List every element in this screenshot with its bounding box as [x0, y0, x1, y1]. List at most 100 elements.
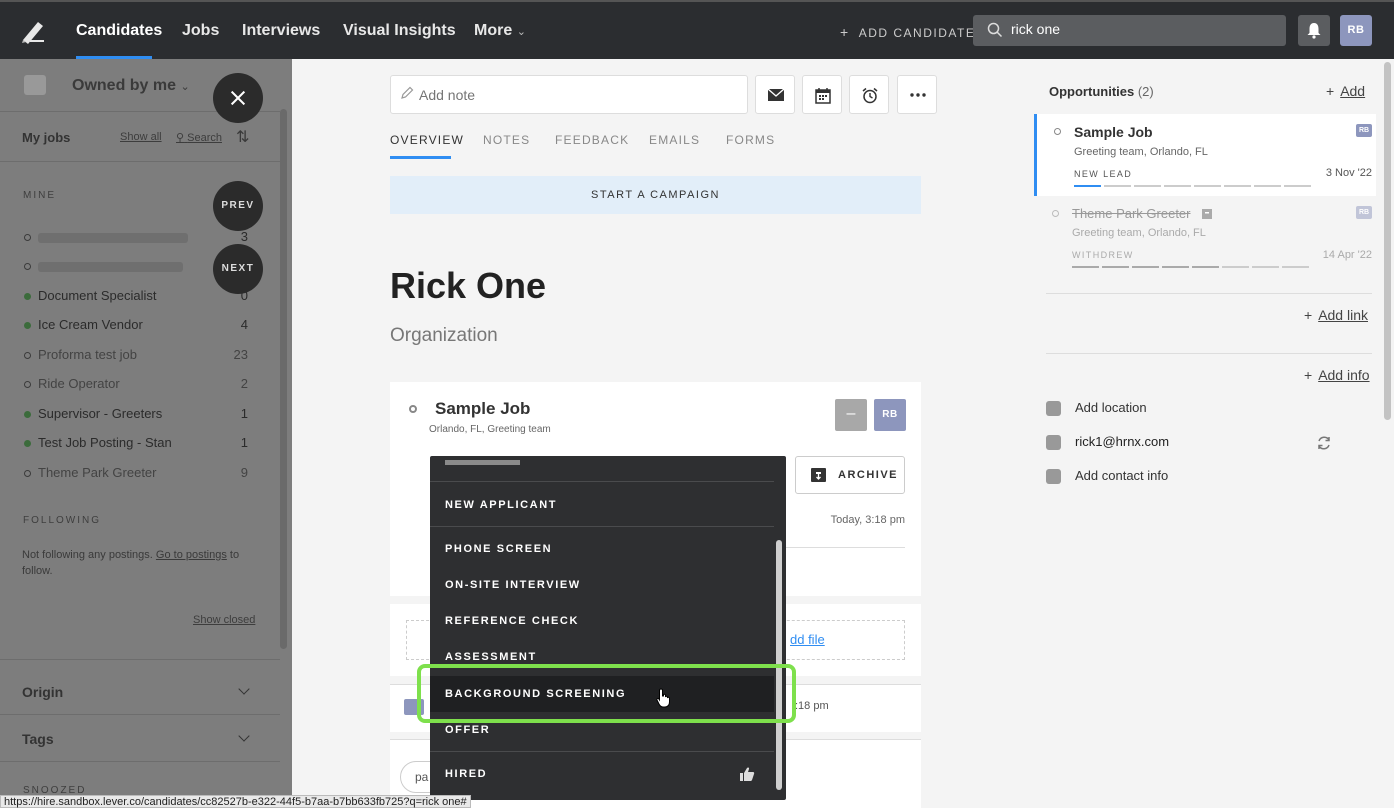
opportunity-item-archived[interactable]: Theme Park Greeter Greeting team, Orland… — [1034, 200, 1376, 278]
user-avatar[interactable]: RB — [1340, 15, 1372, 46]
go-to-postings-link[interactable]: Go to postings — [156, 549, 227, 561]
progress-segment — [1104, 185, 1131, 187]
bell-icon — [1307, 23, 1321, 39]
job-row[interactable]: Theme Park Greeter 9 — [24, 465, 248, 485]
add-info-button[interactable]: + Add info — [1304, 367, 1370, 383]
search-box[interactable] — [973, 15, 1286, 46]
email-button[interactable] — [755, 75, 795, 114]
top-nav: Candidates Jobs Interviews Visual Insigh… — [0, 0, 1394, 59]
job-row[interactable]: 3 — [24, 229, 248, 249]
add-info-label: Add info — [1318, 367, 1370, 383]
owned-by-me-dropdown[interactable]: Owned by me ⌄ — [72, 77, 190, 95]
minus-button[interactable]: – — [835, 399, 867, 431]
nav-jobs[interactable]: Jobs — [182, 22, 219, 40]
job-location: Orlando, FL, Greeting team — [429, 424, 551, 435]
clipped-item — [445, 460, 520, 465]
add-link-button[interactable]: + Add link — [1304, 307, 1368, 323]
divider — [430, 526, 774, 527]
next-button[interactable]: NEXT — [213, 244, 263, 294]
plus-icon: + — [1326, 83, 1335, 99]
job-count: 1 — [240, 406, 248, 421]
job-name: Theme Park Greeter — [38, 465, 157, 480]
sidebar-scrollbar[interactable] — [280, 109, 287, 649]
start-campaign-button[interactable]: START A CAMPAIGN — [390, 176, 921, 214]
stage-option[interactable]: HIRED — [430, 756, 774, 792]
opportunity-title[interactable]: Theme Park Greeter — [1072, 206, 1191, 221]
stage-option[interactable]: NEW APPLICANT — [430, 487, 774, 523]
notifications-button[interactable] — [1298, 15, 1330, 46]
progress-segment — [1254, 185, 1281, 187]
stage-dropdown[interactable]: NEW APPLICANT PHONE SCREEN ON-SITE INTER… — [430, 456, 786, 800]
add-opportunity-link[interactable]: + Add — [1326, 83, 1365, 99]
stage-option[interactable]: ON-SITE INTERVIEW — [430, 567, 774, 603]
progress-segment — [1252, 266, 1279, 268]
progress-segment — [1164, 185, 1191, 187]
more-actions-button[interactable] — [897, 75, 937, 114]
tab-feedback[interactable]: FEEDBACK — [555, 133, 629, 147]
chevron-down-icon: ⌄ — [180, 81, 190, 93]
stage-option[interactable]: PHONE SCREEN — [430, 531, 774, 567]
owner-avatar[interactable]: RB — [874, 399, 906, 431]
tab-emails[interactable]: EMAILS — [649, 133, 700, 147]
opportunity-item-active[interactable]: Sample Job Greeting team, Orlando, FL NE… — [1034, 114, 1376, 196]
job-status-dot — [24, 293, 31, 300]
divider — [0, 714, 280, 715]
page-scrollbar[interactable] — [1384, 62, 1391, 420]
chevron-down-icon[interactable] — [238, 683, 250, 695]
add-location-row[interactable]: Add location — [1046, 400, 1346, 420]
progress-segment — [1162, 266, 1189, 268]
job-title[interactable]: Sample Job — [435, 399, 530, 419]
show-closed-link[interactable]: Show closed — [193, 614, 255, 626]
progress-segment — [1072, 266, 1099, 268]
job-row[interactable]: Supervisor - Greeters 1 — [24, 406, 248, 426]
candidate-organization[interactable]: Organization — [390, 325, 498, 347]
job-name: Ride Operator — [38, 376, 120, 391]
add-file-link[interactable]: dd file — [790, 632, 825, 647]
add-note-input[interactable] — [390, 75, 748, 114]
tab-forms[interactable]: FORMS — [726, 133, 775, 147]
origin-filter[interactable]: Origin — [22, 684, 63, 700]
job-count: 2 — [240, 376, 248, 391]
job-status-dot — [24, 470, 31, 477]
add-candidate-button[interactable]: + ADD CANDIDATE — [840, 24, 975, 40]
job-row[interactable]: Document Specialist 0 — [24, 288, 248, 308]
nav-interviews[interactable]: Interviews — [242, 22, 320, 40]
divider — [1046, 353, 1372, 354]
sync-icon[interactable] — [1316, 435, 1332, 451]
job-row[interactable]: Proforma test job 23 — [24, 347, 248, 367]
archive-button[interactable]: ARCHIVE — [795, 456, 905, 494]
nav-more-label: More — [474, 22, 513, 39]
job-row[interactable]: Test Job Posting - Stan 1 — [24, 435, 248, 455]
job-row[interactable]: Ride Operator 2 — [24, 376, 248, 396]
close-button[interactable] — [213, 73, 263, 123]
schedule-button[interactable] — [802, 75, 842, 114]
search-input[interactable] — [1011, 21, 1271, 37]
email-address[interactable]: rick1@hrnx.com — [1075, 434, 1169, 449]
nav-visual-insights[interactable]: Visual Insights — [343, 22, 456, 40]
tags-filter[interactable]: Tags — [22, 731, 54, 747]
nav-candidates[interactable]: Candidates — [76, 22, 162, 40]
mine-label: MINE — [23, 190, 56, 201]
sort-icon[interactable]: ⇅ — [236, 127, 249, 147]
email-row[interactable]: rick1@hrnx.com — [1046, 434, 1346, 454]
owned-by-me-label: Owned by me — [72, 77, 177, 94]
tab-notes[interactable]: NOTES — [483, 133, 530, 147]
plus-icon: + — [1304, 307, 1313, 323]
search-jobs-link[interactable]: ⚲ Search — [176, 131, 222, 144]
divider — [0, 161, 280, 162]
stage-option[interactable]: REFERENCE CHECK — [430, 603, 774, 639]
progress-segment — [1222, 266, 1249, 268]
show-all-link[interactable]: Show all — [120, 131, 162, 143]
job-status-dot — [24, 352, 31, 359]
opportunity-title[interactable]: Sample Job — [1074, 124, 1153, 140]
tab-overview[interactable]: OVERVIEW — [390, 133, 464, 147]
chevron-down-icon[interactable] — [238, 730, 250, 742]
nav-more[interactable]: More ⌄ — [474, 22, 526, 40]
reminder-button[interactable] — [849, 75, 889, 114]
prev-button[interactable]: PREV — [213, 181, 263, 231]
lever-logo-icon[interactable] — [20, 18, 46, 44]
add-contact-row[interactable]: Add contact info — [1046, 468, 1346, 488]
progress-segment — [1284, 185, 1311, 187]
opportunity-date: 3 Nov '22 — [1325, 167, 1372, 179]
job-row[interactable]: Ice Cream Vendor 4 — [24, 317, 248, 337]
